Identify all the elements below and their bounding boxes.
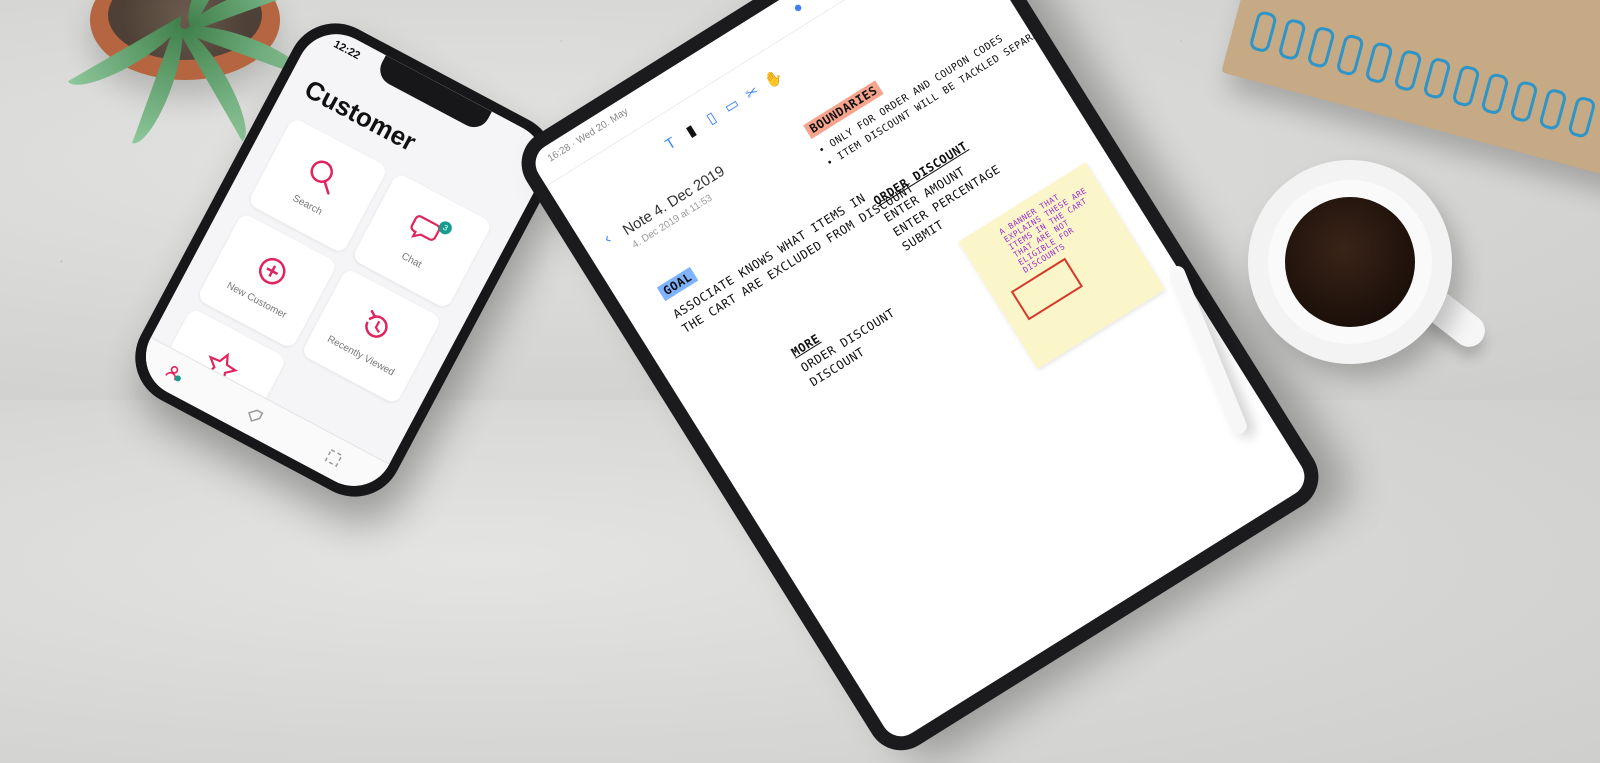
notebook-ring [1538,87,1568,132]
status-bar-time: 12:22 [331,38,362,63]
phone-screen: 12:22 Customer Search 3 Chat New Custome… [131,20,559,500]
notes-app-screen: 16:28 · Wed 20. May ↶ + ⋯ ● T ▮ ▯ ▭ ✂ ✋ … [528,0,1312,744]
coffee [1285,197,1415,327]
notebook-ring [1335,33,1365,77]
customer-tab-icon[interactable] [164,363,186,385]
notebook-ring [1393,48,1423,93]
notebook-ring [1567,95,1597,140]
search-icon [310,160,333,195]
scissors-tool-icon[interactable]: ✂ [741,82,763,104]
concrete-speck [560,40,562,42]
back-chevron-icon[interactable]: ‹ [597,228,619,250]
microphone-icon[interactable]: ● [787,0,809,19]
notebook-ring [1480,71,1510,116]
notebook-ring [1451,64,1481,108]
text-tool-icon[interactable]: T [660,133,682,155]
drawing-tools: T ▮ ▯ ▭ ✂ ✋ [655,67,786,159]
scan-tab-icon[interactable] [323,447,345,469]
highlighter-tool-icon[interactable]: ▯ [701,108,723,130]
boundary-line: • ONLY FOR ORDER AND COUPON CODES [816,33,1006,157]
concrete-speck [60,260,63,263]
tag-tab-icon[interactable] [243,405,265,427]
ipad-device: 16:28 · Wed 20. May ↶ + ⋯ ● T ▮ ▯ ▭ ✂ ✋ … [508,0,1332,763]
sticky-note[interactable]: A BANNER THAT EXPLAINS THESE ARE ITEMS I… [958,162,1166,369]
add-circle-icon [258,257,286,285]
spiral-notebook [1221,0,1600,181]
notebook-ring [1248,9,1279,54]
banner-annotation: A BANNER THAT EXPLAINS THESE ARE ITEMS I… [997,185,1089,275]
notebook-ring [1277,17,1308,62]
notebook-ring [1422,56,1452,101]
iphone-device: 12:22 Customer Search 3 Chat New Custome… [118,6,572,514]
notebook-ring [1364,40,1394,85]
history-icon [365,309,388,338]
status-bar-date: 16:28 · Wed 20. May [545,106,631,165]
hand-tool-icon[interactable]: ✋ [761,67,786,91]
eraser-tool-icon[interactable]: ▭ [721,95,743,117]
concrete-speck [1180,40,1182,42]
notebook-ring [1306,25,1336,70]
pen-tool-icon[interactable]: ▮ [680,120,702,142]
notebook-ring [1509,79,1539,124]
